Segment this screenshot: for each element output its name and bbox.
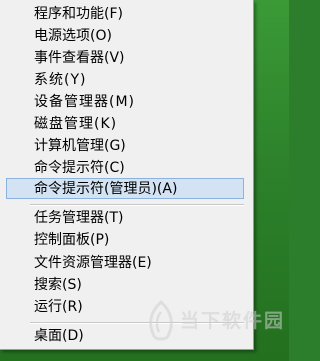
watermark-text: 当下软件园	[180, 310, 286, 332]
menu-item-power-options[interactable]: 电源选项(O)	[6, 25, 244, 46]
menu-item-search[interactable]: 搜索(S)	[6, 274, 244, 295]
menu-item-programs-features[interactable]: 程序和功能(F)	[6, 3, 244, 24]
menu-item-task-manager[interactable]: 任务管理器(T)	[6, 207, 244, 228]
menu-item-computer-management[interactable]: 计算机管理(G)	[6, 135, 244, 156]
menu-item-command-prompt-admin[interactable]: 命令提示符(管理员)(A)	[6, 178, 244, 199]
menu-item-device-manager[interactable]: 设备管理器(M)	[6, 91, 244, 112]
menu-item-control-panel[interactable]: 控制面板(P)	[6, 229, 244, 250]
danji-logo-icon	[149, 300, 173, 341]
menu-item-event-viewer[interactable]: 事件查看器(V)	[6, 47, 244, 68]
menu-separator	[30, 204, 244, 206]
menu-item-system[interactable]: 系统(Y)	[6, 69, 244, 90]
menu-item-file-explorer[interactable]: 文件资源管理器(E)	[6, 252, 244, 273]
watermark: 当下软件园	[140, 298, 289, 348]
menu-item-command-prompt[interactable]: 命令提示符(C)	[6, 157, 244, 178]
menu-item-disk-management[interactable]: 磁盘管理(K)	[6, 113, 244, 134]
